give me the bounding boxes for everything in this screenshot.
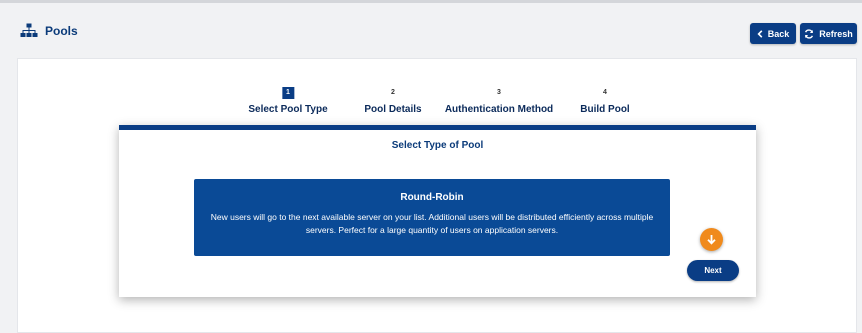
pool-type-option-round-robin[interactable]: Round-Robin New users will go to the nex…	[194, 179, 670, 256]
next-button[interactable]: Next	[687, 260, 739, 281]
step-label: Authentication Method	[444, 104, 554, 115]
back-button-label: Back	[767, 28, 790, 39]
arrow-down-circle-icon[interactable]	[700, 228, 723, 251]
card-title: Select Type of Pool	[391, 140, 484, 151]
back-button[interactable]: Back	[750, 23, 796, 44]
refresh-button-label: Refresh	[819, 28, 853, 39]
step-label: Build Pool	[580, 104, 630, 115]
step-build-pool[interactable]: 4 Build Pool	[580, 87, 629, 115]
chevron-left-icon	[757, 29, 763, 38]
page-header: Pools Back Refresh	[0, 3, 862, 58]
refresh-button[interactable]: Refresh	[800, 23, 857, 44]
option-description: New users will go to the next available …	[210, 212, 654, 235]
step-number: 3	[497, 89, 501, 96]
sitemap-icon	[20, 23, 38, 38]
page-title: Pools	[20, 23, 78, 38]
step-number: 2	[391, 89, 395, 96]
step-number: 4	[603, 89, 607, 96]
step-select-pool-type[interactable]: 1 Select Pool Type	[248, 87, 328, 115]
step-label: Select Pool Type	[248, 104, 328, 115]
step-authentication-method[interactable]: 3 Authentication Method	[445, 87, 553, 115]
step-label: Pool Details	[364, 104, 422, 115]
option-title: Round-Robin	[400, 192, 464, 203]
page-title-text: Pools	[45, 23, 78, 38]
wizard-panel: 1 Select Pool Type 2 Pool Details 3 Auth…	[17, 58, 857, 333]
wizard-steps: 1 Select Pool Type 2 Pool Details 3 Auth…	[18, 87, 856, 117]
step-pool-details[interactable]: 2 Pool Details	[364, 87, 421, 115]
step-number: 1	[281, 87, 294, 99]
refresh-icon	[804, 28, 814, 39]
pool-type-card: Select Type of Pool Round-Robin New user…	[119, 125, 756, 297]
